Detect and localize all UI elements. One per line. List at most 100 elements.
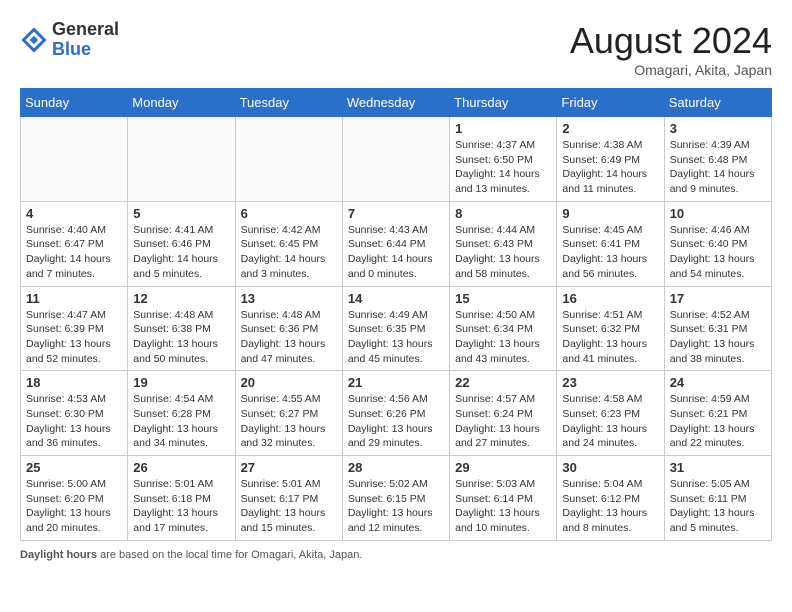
day-info: Sunrise: 4:45 AM Sunset: 6:41 PM Dayligh…	[562, 223, 658, 282]
calendar-cell: 2 Sunrise: 4:38 AM Sunset: 6:49 PM Daylig…	[557, 117, 664, 202]
day-number: 3	[670, 121, 766, 136]
day-number: 21	[348, 375, 444, 390]
day-info: Sunrise: 4:59 AM Sunset: 6:21 PM Dayligh…	[670, 392, 766, 451]
day-number: 17	[670, 291, 766, 306]
day-info: Sunrise: 5:03 AM Sunset: 6:14 PM Dayligh…	[455, 477, 551, 536]
day-number: 29	[455, 460, 551, 475]
calendar-cell: 7 Sunrise: 4:43 AM Sunset: 6:44 PM Daylig…	[342, 201, 449, 286]
day-info: Sunrise: 4:37 AM Sunset: 6:50 PM Dayligh…	[455, 138, 551, 197]
day-info: Sunrise: 4:54 AM Sunset: 6:28 PM Dayligh…	[133, 392, 229, 451]
calendar-day-header: Sunday	[21, 89, 128, 117]
day-number: 25	[26, 460, 122, 475]
day-number: 28	[348, 460, 444, 475]
day-info: Sunrise: 4:52 AM Sunset: 6:31 PM Dayligh…	[670, 308, 766, 367]
calendar-cell	[128, 117, 235, 202]
day-number: 19	[133, 375, 229, 390]
calendar-cell: 18 Sunrise: 4:53 AM Sunset: 6:30 PM Dayli…	[21, 371, 128, 456]
day-number: 31	[670, 460, 766, 475]
calendar-day-header: Monday	[128, 89, 235, 117]
calendar-cell: 16 Sunrise: 4:51 AM Sunset: 6:32 PM Dayli…	[557, 286, 664, 371]
calendar-day-header: Friday	[557, 89, 664, 117]
calendar-cell: 1Sunrise: 4:37 AM Sunset: 6:50 PM Daylig…	[450, 117, 557, 202]
calendar-cell: 20 Sunrise: 4:55 AM Sunset: 6:27 PM Dayli…	[235, 371, 342, 456]
calendar-cell: 31 Sunrise: 5:05 AM Sunset: 6:11 PM Dayli…	[664, 456, 771, 541]
calendar-cell: 22Sunrise: 4:57 AM Sunset: 6:24 PM Dayli…	[450, 371, 557, 456]
day-number: 10	[670, 206, 766, 221]
day-number: 24	[670, 375, 766, 390]
page-header: General Blue August 2024 Omagari, Akita,…	[20, 20, 772, 78]
footer-description: are based on the local time for Omagari,…	[97, 549, 362, 561]
calendar-cell: 12Sunrise: 4:48 AM Sunset: 6:38 PM Dayli…	[128, 286, 235, 371]
calendar-cell: 13Sunrise: 4:48 AM Sunset: 6:36 PM Dayli…	[235, 286, 342, 371]
calendar-day-header: Thursday	[450, 89, 557, 117]
calendar-cell: 19 Sunrise: 4:54 AM Sunset: 6:28 PM Dayli…	[128, 371, 235, 456]
calendar-table: SundayMondayTuesdayWednesdayThursdayFrid…	[20, 88, 772, 541]
location: Omagari, Akita, Japan	[570, 62, 772, 78]
calendar-body: 1Sunrise: 4:37 AM Sunset: 6:50 PM Daylig…	[21, 117, 772, 541]
day-number: 15	[455, 291, 551, 306]
day-number: 5	[133, 206, 229, 221]
day-info: Sunrise: 4:46 AM Sunset: 6:40 PM Dayligh…	[670, 223, 766, 282]
day-info: Sunrise: 5:00 AM Sunset: 6:20 PM Dayligh…	[26, 477, 122, 536]
day-number: 8	[455, 206, 551, 221]
day-number: 11	[26, 291, 122, 306]
calendar-cell	[235, 117, 342, 202]
calendar-cell: 29 Sunrise: 5:03 AM Sunset: 6:14 PM Dayli…	[450, 456, 557, 541]
day-info: Sunrise: 4:49 AM Sunset: 6:35 PM Dayligh…	[348, 308, 444, 367]
calendar-cell: 4 Sunrise: 4:40 AM Sunset: 6:47 PM Daylig…	[21, 201, 128, 286]
calendar-cell: 10 Sunrise: 4:46 AM Sunset: 6:40 PM Dayli…	[664, 201, 771, 286]
day-number: 13	[241, 291, 337, 306]
calendar-cell: 3 Sunrise: 4:39 AM Sunset: 6:48 PM Daylig…	[664, 117, 771, 202]
footer-label: Daylight hours	[20, 549, 97, 561]
calendar-cell: 5 Sunrise: 4:41 AM Sunset: 6:46 PM Daylig…	[128, 201, 235, 286]
day-info: Sunrise: 4:44 AM Sunset: 6:43 PM Dayligh…	[455, 223, 551, 282]
day-info: Sunrise: 4:38 AM Sunset: 6:49 PM Dayligh…	[562, 138, 658, 197]
calendar-cell: 15Sunrise: 4:50 AM Sunset: 6:34 PM Dayli…	[450, 286, 557, 371]
calendar-cell: 27 Sunrise: 5:01 AM Sunset: 6:17 PM Dayli…	[235, 456, 342, 541]
day-info: Sunrise: 4:51 AM Sunset: 6:32 PM Dayligh…	[562, 308, 658, 367]
day-info: Sunrise: 4:43 AM Sunset: 6:44 PM Dayligh…	[348, 223, 444, 282]
calendar-cell	[21, 117, 128, 202]
day-number: 22	[455, 375, 551, 390]
day-number: 16	[562, 291, 658, 306]
day-number: 27	[241, 460, 337, 475]
day-info: Sunrise: 5:02 AM Sunset: 6:15 PM Dayligh…	[348, 477, 444, 536]
calendar-week-row: 25 Sunrise: 5:00 AM Sunset: 6:20 PM Dayli…	[21, 456, 772, 541]
calendar-cell: 8 Sunrise: 4:44 AM Sunset: 6:43 PM Daylig…	[450, 201, 557, 286]
day-info: Sunrise: 4:58 AM Sunset: 6:23 PM Dayligh…	[562, 392, 658, 451]
day-number: 23	[562, 375, 658, 390]
day-number: 14	[348, 291, 444, 306]
day-number: 12	[133, 291, 229, 306]
calendar-day-header: Tuesday	[235, 89, 342, 117]
calendar-cell: 6 Sunrise: 4:42 AM Sunset: 6:45 PM Daylig…	[235, 201, 342, 286]
day-number: 4	[26, 206, 122, 221]
day-number: 20	[241, 375, 337, 390]
day-info: Sunrise: 5:01 AM Sunset: 6:17 PM Dayligh…	[241, 477, 337, 536]
calendar-cell: 23 Sunrise: 4:58 AM Sunset: 6:23 PM Dayli…	[557, 371, 664, 456]
calendar-cell: 28 Sunrise: 5:02 AM Sunset: 6:15 PM Dayli…	[342, 456, 449, 541]
calendar-week-row: 1Sunrise: 4:37 AM Sunset: 6:50 PM Daylig…	[21, 117, 772, 202]
day-info: Sunrise: 5:05 AM Sunset: 6:11 PM Dayligh…	[670, 477, 766, 536]
calendar-cell: 21 Sunrise: 4:56 AM Sunset: 6:26 PM Dayli…	[342, 371, 449, 456]
day-number: 2	[562, 121, 658, 136]
calendar-cell: 26Sunrise: 5:01 AM Sunset: 6:18 PM Dayli…	[128, 456, 235, 541]
day-number: 30	[562, 460, 658, 475]
day-info: Sunrise: 4:42 AM Sunset: 6:45 PM Dayligh…	[241, 223, 337, 282]
day-info: Sunrise: 5:04 AM Sunset: 6:12 PM Dayligh…	[562, 477, 658, 536]
day-info: Sunrise: 4:53 AM Sunset: 6:30 PM Dayligh…	[26, 392, 122, 451]
day-info: Sunrise: 4:55 AM Sunset: 6:27 PM Dayligh…	[241, 392, 337, 451]
calendar-cell: 14 Sunrise: 4:49 AM Sunset: 6:35 PM Dayli…	[342, 286, 449, 371]
day-number: 18	[26, 375, 122, 390]
day-info: Sunrise: 4:56 AM Sunset: 6:26 PM Dayligh…	[348, 392, 444, 451]
calendar-day-header: Saturday	[664, 89, 771, 117]
calendar-cell: 24 Sunrise: 4:59 AM Sunset: 6:21 PM Dayli…	[664, 371, 771, 456]
day-info: Sunrise: 4:39 AM Sunset: 6:48 PM Dayligh…	[670, 138, 766, 197]
day-number: 9	[562, 206, 658, 221]
day-info: Sunrise: 4:41 AM Sunset: 6:46 PM Dayligh…	[133, 223, 229, 282]
day-number: 6	[241, 206, 337, 221]
day-info: Sunrise: 4:40 AM Sunset: 6:47 PM Dayligh…	[26, 223, 122, 282]
calendar-cell: 9 Sunrise: 4:45 AM Sunset: 6:41 PM Daylig…	[557, 201, 664, 286]
day-number: 26	[133, 460, 229, 475]
day-number: 7	[348, 206, 444, 221]
calendar-cell: 30 Sunrise: 5:04 AM Sunset: 6:12 PM Dayli…	[557, 456, 664, 541]
